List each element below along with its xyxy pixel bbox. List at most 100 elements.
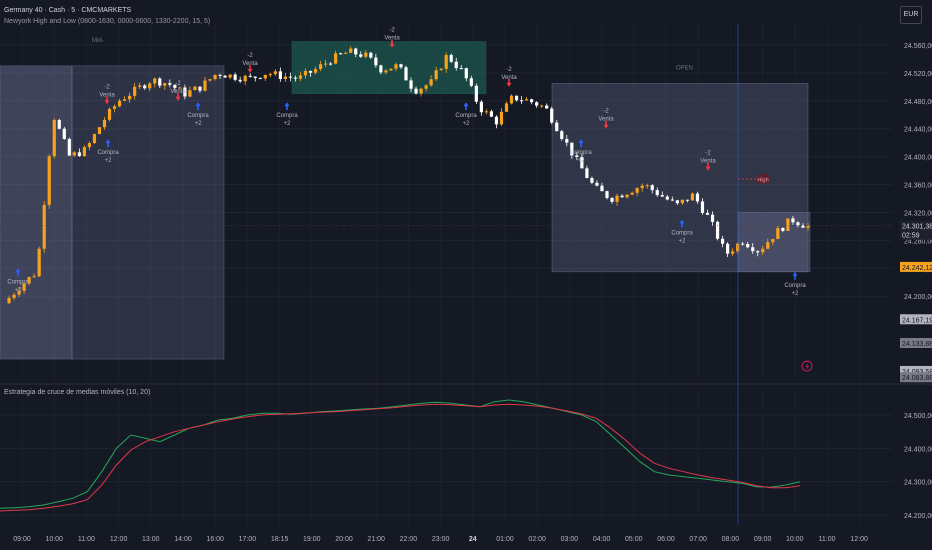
candle <box>143 85 147 89</box>
candle <box>308 70 313 73</box>
candle <box>374 57 378 66</box>
buy-signal-label: Compra <box>7 279 29 285</box>
candle <box>329 63 333 65</box>
price-chart-svg[interactable]: 24.560,00 24.520,00 24.480,00 24.440,00 24.4… <box>0 0 932 550</box>
candle <box>158 78 162 86</box>
candle <box>148 83 152 89</box>
candle <box>726 243 730 254</box>
candle <box>796 222 800 226</box>
candle <box>771 238 775 243</box>
candle <box>228 74 232 78</box>
y-tick-label: 24.440,00 <box>904 127 932 134</box>
buy-signal-label: Compra <box>455 113 477 119</box>
buy-signal-label: Compra <box>784 283 806 289</box>
x-tick-label: 24 <box>469 536 477 543</box>
candle <box>675 200 679 204</box>
session-high-label: High <box>757 177 768 183</box>
candle <box>439 68 443 71</box>
candle <box>610 198 614 202</box>
candle <box>791 218 795 223</box>
sell-signal-value: -2 <box>705 151 711 157</box>
y-tick-label: 24.360,00 <box>904 183 932 190</box>
candle <box>62 128 66 139</box>
candle <box>364 52 368 57</box>
candle <box>806 225 810 228</box>
x-tick-label: 11:00 <box>78 536 95 543</box>
candle <box>313 69 318 73</box>
candle <box>746 244 750 248</box>
candle <box>660 195 664 197</box>
candle <box>484 111 488 113</box>
x-tick-label: 09:00 <box>754 536 772 543</box>
candle <box>600 185 604 192</box>
buy-signal-label: Compra <box>187 113 209 119</box>
buy-signal-label: Compra <box>97 150 119 156</box>
candle <box>530 99 534 103</box>
candle <box>585 168 589 179</box>
candle <box>479 101 483 113</box>
buy-signal-value: +2 <box>463 121 471 127</box>
sub-y-tick-label: 24.400,00 <box>904 446 932 453</box>
candle <box>715 221 720 239</box>
candle <box>419 88 423 94</box>
candle <box>469 78 473 86</box>
candle <box>560 131 564 139</box>
sell-signal-value: -2 <box>603 109 609 115</box>
buy-signal-label: Compra <box>570 150 592 156</box>
candle <box>208 79 212 81</box>
y-tick-label: 24.560,00 <box>904 43 932 50</box>
candle <box>82 147 86 157</box>
candle <box>268 74 272 76</box>
buy-signal-value: +2 <box>195 121 203 127</box>
candle <box>635 188 639 193</box>
candle <box>751 247 755 252</box>
candle <box>404 67 408 81</box>
candle <box>670 199 674 201</box>
candle <box>731 251 735 254</box>
candle <box>288 76 293 78</box>
candle <box>128 95 132 100</box>
candle <box>761 248 765 253</box>
x-tick-label: 07:00 <box>689 536 707 543</box>
candle <box>464 68 468 79</box>
candle <box>474 85 478 102</box>
x-tick-label: 19:00 <box>303 536 321 543</box>
candle <box>424 85 428 89</box>
x-tick-label: 04:00 <box>593 536 611 543</box>
candle <box>489 111 494 117</box>
ma-fast-line <box>0 399 801 509</box>
candle <box>690 193 695 201</box>
candle <box>454 61 458 69</box>
candle <box>47 156 51 205</box>
candle <box>414 88 418 94</box>
candle <box>685 199 689 201</box>
candle <box>409 80 413 89</box>
x-tick-label: 11:00 <box>819 536 836 543</box>
candle <box>37 248 41 277</box>
candle <box>695 193 700 202</box>
session-box <box>737 212 811 273</box>
sell-signal-value: -2 <box>506 67 512 73</box>
candle <box>278 71 282 79</box>
candle <box>741 243 745 245</box>
candle <box>590 178 594 183</box>
candle <box>630 192 634 195</box>
sell-signal-value: -2 <box>247 53 253 59</box>
x-tick-label: 05:00 <box>625 536 643 543</box>
candle <box>766 242 770 249</box>
price-label: 24.242,12 <box>902 265 932 272</box>
x-tick-label: 09:00 <box>13 536 31 543</box>
candle <box>550 108 554 123</box>
candle <box>258 77 262 79</box>
candle <box>218 74 222 76</box>
candle <box>318 64 323 70</box>
candle <box>117 100 122 107</box>
candle <box>555 122 559 132</box>
candle <box>344 52 348 54</box>
candle <box>499 111 504 125</box>
price-label: 24.167,19 <box>902 317 932 324</box>
candle <box>303 70 308 76</box>
candle <box>449 54 453 62</box>
x-tick-label: 10:00 <box>45 536 63 543</box>
candle <box>193 86 197 91</box>
